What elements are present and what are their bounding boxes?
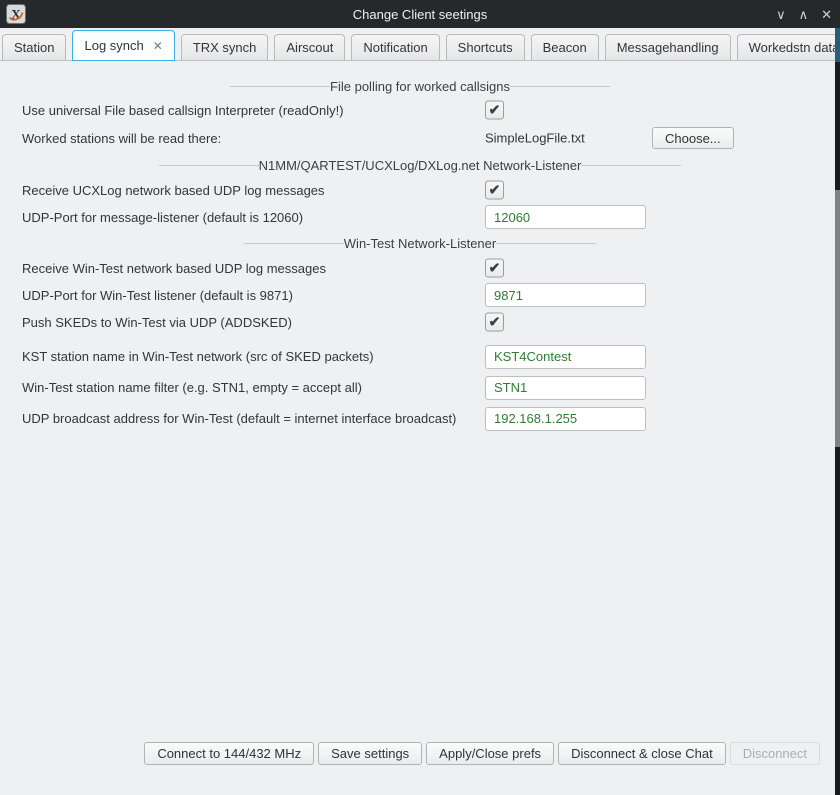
- save-settings-button[interactable]: Save settings: [318, 742, 422, 765]
- section-file-polling: File polling for worked callsigns: [0, 75, 840, 97]
- scrollbar-accent: [835, 28, 840, 62]
- scrollbar-thumb[interactable]: [835, 190, 840, 447]
- checkmark-icon: ✔: [489, 182, 501, 196]
- titlebar[interactable]: X Change Client seetings ∨ ∧ ✕: [0, 0, 840, 28]
- kst-station-name-label: KST station name in Win-Test network (sr…: [22, 349, 374, 364]
- close-icon[interactable]: ✕: [821, 8, 832, 21]
- row-broadcast-address: UDP broadcast address for Win-Test (defa…: [0, 403, 840, 434]
- push-skeds-checkbox[interactable]: ✔: [485, 313, 504, 332]
- receive-wintest-checkbox[interactable]: ✔: [485, 259, 504, 278]
- tab-shortcuts[interactable]: Shortcuts: [446, 34, 525, 60]
- row-push-skeds: Push SKEDs to Win-Test via UDP (ADDSKED)…: [0, 309, 840, 335]
- section-line: [510, 86, 610, 87]
- kst-station-name-input[interactable]: [485, 345, 646, 369]
- footer-button-bar: Connect to 144/432 MHz Save settings App…: [144, 742, 820, 765]
- tab-close-icon[interactable]: ✕: [153, 39, 163, 53]
- tab-notification[interactable]: Notification: [351, 34, 439, 60]
- broadcast-address-input[interactable]: [485, 407, 646, 431]
- app-logo-icon: X: [6, 4, 26, 24]
- row-station-name-filter: Win-Test station name filter (e.g. STN1,…: [0, 372, 840, 403]
- section-n1mm-listener: N1MM/QARTEST/UCXLog/DXLog.net Network-Li…: [0, 153, 840, 177]
- checkmark-icon: ✔: [489, 314, 501, 328]
- row-udp-port-listener: UDP-Port for message-listener (default i…: [0, 203, 840, 231]
- wintest-port-input[interactable]: [485, 283, 646, 307]
- checkmark-icon: ✔: [489, 260, 501, 274]
- vertical-scrollbar[interactable]: [835, 28, 840, 795]
- section-line: [496, 243, 596, 244]
- universal-interpreter-checkbox[interactable]: ✔: [485, 101, 504, 120]
- section-line: [581, 165, 681, 166]
- disconnect-button: Disconnect: [730, 742, 820, 765]
- station-name-filter-label: Win-Test station name filter (e.g. STN1,…: [22, 380, 362, 395]
- window-controls: ∨ ∧ ✕: [776, 0, 832, 28]
- row-wintest-port: UDP-Port for Win-Test listener (default …: [0, 281, 840, 309]
- section-line: [159, 165, 259, 166]
- maximize-icon[interactable]: ∧: [799, 8, 809, 21]
- universal-interpreter-label: Use universal File based callsign Interp…: [22, 103, 344, 118]
- tab-airscout[interactable]: Airscout: [274, 34, 345, 60]
- checkmark-icon: ✔: [489, 102, 501, 116]
- apply-close-prefs-button[interactable]: Apply/Close prefs: [426, 742, 554, 765]
- worked-stations-label: Worked stations will be read there:: [22, 131, 221, 146]
- window-title: Change Client seetings: [0, 7, 840, 22]
- minimize-icon[interactable]: ∨: [776, 8, 786, 21]
- tab-trx-synch[interactable]: TRX synch: [181, 34, 269, 60]
- log-synch-panel: File polling for worked callsigns Use un…: [0, 61, 840, 434]
- settings-window: X Change Client seetings ∨ ∧ ✕ Station L…: [0, 0, 840, 795]
- section-line: [230, 86, 330, 87]
- disconnect-close-chat-button[interactable]: Disconnect & close Chat: [558, 742, 726, 765]
- tab-station[interactable]: Station: [2, 34, 66, 60]
- push-skeds-label: Push SKEDs to Win-Test via UDP (ADDSKED): [22, 315, 292, 330]
- choose-file-button[interactable]: Choose...: [652, 127, 734, 149]
- row-receive-wintest: Receive Win-Test network based UDP log m…: [0, 255, 840, 281]
- udp-port-listener-input[interactable]: [485, 205, 646, 229]
- receive-ucxlog-checkbox[interactable]: ✔: [485, 181, 504, 200]
- tab-messagehandling[interactable]: Messagehandling: [605, 34, 731, 60]
- settings-tabbar: Station Log synch ✕ TRX synch Airscout N…: [0, 28, 840, 61]
- broadcast-address-label: UDP broadcast address for Win-Test (defa…: [22, 411, 456, 426]
- tab-beacon[interactable]: Beacon: [531, 34, 599, 60]
- logfile-name-value: SimpleLogFile.txt: [485, 131, 585, 146]
- row-universal-interpreter: Use universal File based callsign Interp…: [0, 97, 840, 123]
- tab-workedstn-database[interactable]: Workedstn database: [737, 34, 840, 60]
- section-line: [244, 243, 344, 244]
- row-worked-stations-file: Worked stations will be read there: Simp…: [0, 123, 840, 153]
- wintest-port-label: UDP-Port for Win-Test listener (default …: [22, 288, 293, 303]
- station-name-filter-input[interactable]: [485, 376, 646, 400]
- udp-port-listener-label: UDP-Port for message-listener (default i…: [22, 210, 303, 225]
- connect-button[interactable]: Connect to 144/432 MHz: [144, 742, 314, 765]
- tab-log-synch[interactable]: Log synch ✕: [72, 30, 174, 61]
- receive-wintest-label: Receive Win-Test network based UDP log m…: [22, 261, 326, 276]
- receive-ucxlog-label: Receive UCXLog network based UDP log mes…: [22, 183, 325, 198]
- section-wintest-listener: Win-Test Network-Listener: [0, 231, 840, 255]
- row-receive-ucxlog: Receive UCXLog network based UDP log mes…: [0, 177, 840, 203]
- row-kst-station-name: KST station name in Win-Test network (sr…: [0, 341, 840, 372]
